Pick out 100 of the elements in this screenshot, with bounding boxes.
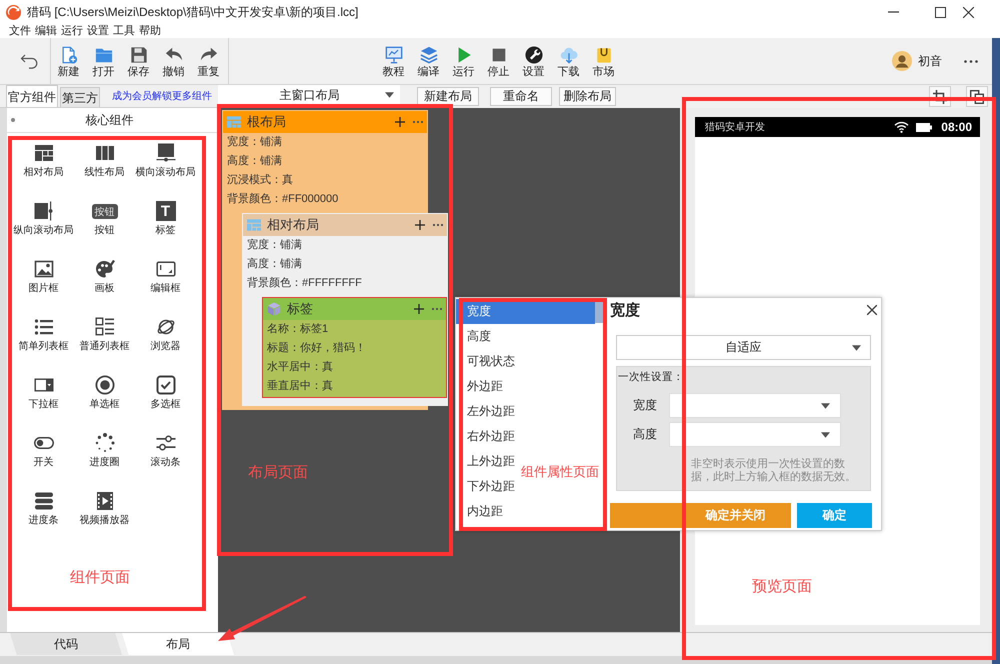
toolbar-button[interactable]: 市场 <box>586 38 621 84</box>
component-label[interactable]: 进度条 <box>28 515 58 527</box>
component-label[interactable]: 简单列表框 <box>18 341 68 353</box>
toolbar-button[interactable]: 停止 <box>481 38 516 84</box>
component-label[interactable]: 多选框 <box>150 399 180 411</box>
close-icon[interactable] <box>867 305 877 315</box>
text-field-icon[interactable] <box>156 259 176 279</box>
radio-icon[interactable] <box>94 375 114 395</box>
button-sample[interactable]: 按钮 <box>92 204 118 219</box>
columns-icon[interactable] <box>94 143 114 163</box>
toolbar-button[interactable]: 编译 <box>411 38 446 84</box>
property-list-item[interactable]: 高度 <box>456 324 495 349</box>
menu-item[interactable]: 编辑 <box>35 24 57 38</box>
layout-dropdown[interactable]: 主窗口布局 <box>218 85 400 105</box>
component-label[interactable]: 视频播放器 <box>80 515 130 527</box>
app-name: 猎码安卓开发 <box>705 120 765 134</box>
user-name[interactable]: 初音 <box>918 52 942 70</box>
toolbar-button[interactable]: 重复 <box>191 38 226 84</box>
layout-grid-icon[interactable] <box>34 143 54 163</box>
return-arrow-icon[interactable] <box>20 54 38 68</box>
panel-tab[interactable]: 第三方 <box>60 87 100 107</box>
checkbox-icon[interactable] <box>156 375 176 395</box>
component-label[interactable]: 进度圈 <box>90 457 120 469</box>
layout-block[interactable]: 根布局 宽度：铺满 高度：铺满 沉浸模式：真 背景颜色：#FF000000 相对布局 宽度：铺满 高度：铺满 背景颜色：#FFFFFFFF 标签 名称：标签1 标题：你好，猎码！ 水平居中：真 垂直居中：真 <box>222 110 449 410</box>
layout-button[interactable]: 新建布局 <box>417 87 479 106</box>
component-label[interactable]: 线性布局 <box>84 167 124 179</box>
globe-icon[interactable] <box>156 317 176 337</box>
component-label[interactable]: 标签 <box>156 225 176 237</box>
property-list-item[interactable]: 右外边距 <box>456 424 519 449</box>
component-label[interactable]: 相对布局 <box>24 167 64 179</box>
toolbar-button[interactable]: 下载 <box>551 38 586 84</box>
add-icon[interactable] <box>395 117 405 127</box>
unlock-link[interactable]: 成为会员解锁更多组件 <box>112 89 212 103</box>
film-play-icon[interactable] <box>94 491 114 511</box>
close-icon[interactable] <box>963 6 974 18</box>
component-label[interactable]: 编辑框 <box>150 283 180 295</box>
maximize-icon[interactable] <box>935 6 946 18</box>
property-list-item[interactable]: 下外边距 <box>456 474 519 499</box>
component-label[interactable]: 图片框 <box>28 283 58 295</box>
caret-icon <box>821 432 830 438</box>
sliders-icon[interactable] <box>156 433 176 453</box>
component-label[interactable]: 普通列表框 <box>80 341 130 353</box>
menu-item[interactable]: 设置 <box>87 24 109 38</box>
property-list-item[interactable]: 可视状态 <box>456 349 519 374</box>
palette-icon[interactable] <box>94 259 114 279</box>
component-label[interactable]: 画板 <box>94 283 114 295</box>
component-label[interactable]: 纵向滚动布局 <box>14 225 74 237</box>
panel-tab[interactable]: 官方组件 <box>6 85 58 107</box>
editor-tab[interactable]: 布局 <box>122 633 234 655</box>
list-icon[interactable] <box>94 317 114 337</box>
bullet-list-icon[interactable] <box>34 317 54 337</box>
horizontal-scroll-icon[interactable] <box>156 143 176 163</box>
menu-item[interactable]: 文件 <box>9 24 31 38</box>
text-tile[interactable]: T <box>156 201 176 221</box>
spinner-icon[interactable] <box>94 433 114 453</box>
property-list-item[interactable]: 内边距 <box>456 499 507 524</box>
layout-block[interactable]: 标签 名称：标签1 标题：你好，猎码！ 水平居中：真 垂直居中：真 <box>262 297 447 398</box>
app-logo-icon <box>6 4 21 20</box>
toolbar-button[interactable]: 运行 <box>446 38 481 84</box>
editor-tab[interactable]: 代码 <box>10 633 122 655</box>
property-list-item[interactable]: 左外边距 <box>456 399 519 424</box>
toolbar-button[interactable]: 教程 <box>376 38 411 84</box>
add-icon[interactable] <box>415 220 425 230</box>
dropdown-field[interactable] <box>669 393 841 418</box>
crop-icon <box>933 90 947 104</box>
toolbar-button[interactable]: 保存 <box>121 38 156 84</box>
component-label[interactable]: 浏览器 <box>150 341 180 353</box>
add-icon[interactable] <box>414 304 424 314</box>
property-list-item[interactable]: 上外边距 <box>456 449 519 474</box>
stacked-bars-icon[interactable] <box>34 491 54 511</box>
field-label: 宽度 <box>633 397 657 414</box>
menu-item[interactable]: 运行 <box>61 24 83 38</box>
component-label[interactable]: 开关 <box>34 457 54 469</box>
layout-block[interactable]: 相对布局 宽度：铺满 高度：铺满 背景颜色：#FFFFFFFF 标签 名称：标签1 标题：你好，猎码！ 水平居中：真 垂直居中：真 <box>242 213 448 406</box>
component-label[interactable]: 下拉框 <box>28 399 58 411</box>
minimize-icon[interactable] <box>888 11 899 13</box>
layout-button[interactable]: 重命名 <box>490 87 552 106</box>
menu-item[interactable]: 帮助 <box>139 24 161 38</box>
dropdown-field[interactable] <box>669 422 841 447</box>
more-icon[interactable] <box>964 60 978 62</box>
image-icon[interactable] <box>34 259 54 279</box>
property-text: 背景颜色：#FF000000 <box>226 192 340 207</box>
property-list-item[interactable]: 外边距 <box>456 374 507 399</box>
toolbar-button[interactable]: 撤销 <box>156 38 191 84</box>
stop-icon <box>490 46 508 64</box>
property-text: 高度：铺满 <box>246 256 303 272</box>
duplicate-icon <box>970 90 984 104</box>
component-label[interactable]: 按钮 <box>94 225 114 237</box>
vertical-scroll-icon[interactable] <box>34 201 54 221</box>
toolbar-button[interactable]: 打开 <box>86 38 121 84</box>
avatar-icon[interactable] <box>892 51 912 71</box>
component-label[interactable]: 单选框 <box>90 399 120 411</box>
toolbar-button[interactable]: 设置 <box>516 38 551 84</box>
component-label[interactable]: 横向滚动布局 <box>136 167 196 179</box>
component-label[interactable]: 滚动条 <box>150 457 180 469</box>
menu-item[interactable]: 工具 <box>113 24 135 38</box>
toolbar-button[interactable]: 新建 <box>51 38 86 84</box>
layout-button[interactable]: 删除布局 <box>559 87 616 106</box>
annotation-label: 组件属性页面 <box>521 463 599 481</box>
mode-dropdown[interactable]: 自适应 <box>616 335 871 360</box>
